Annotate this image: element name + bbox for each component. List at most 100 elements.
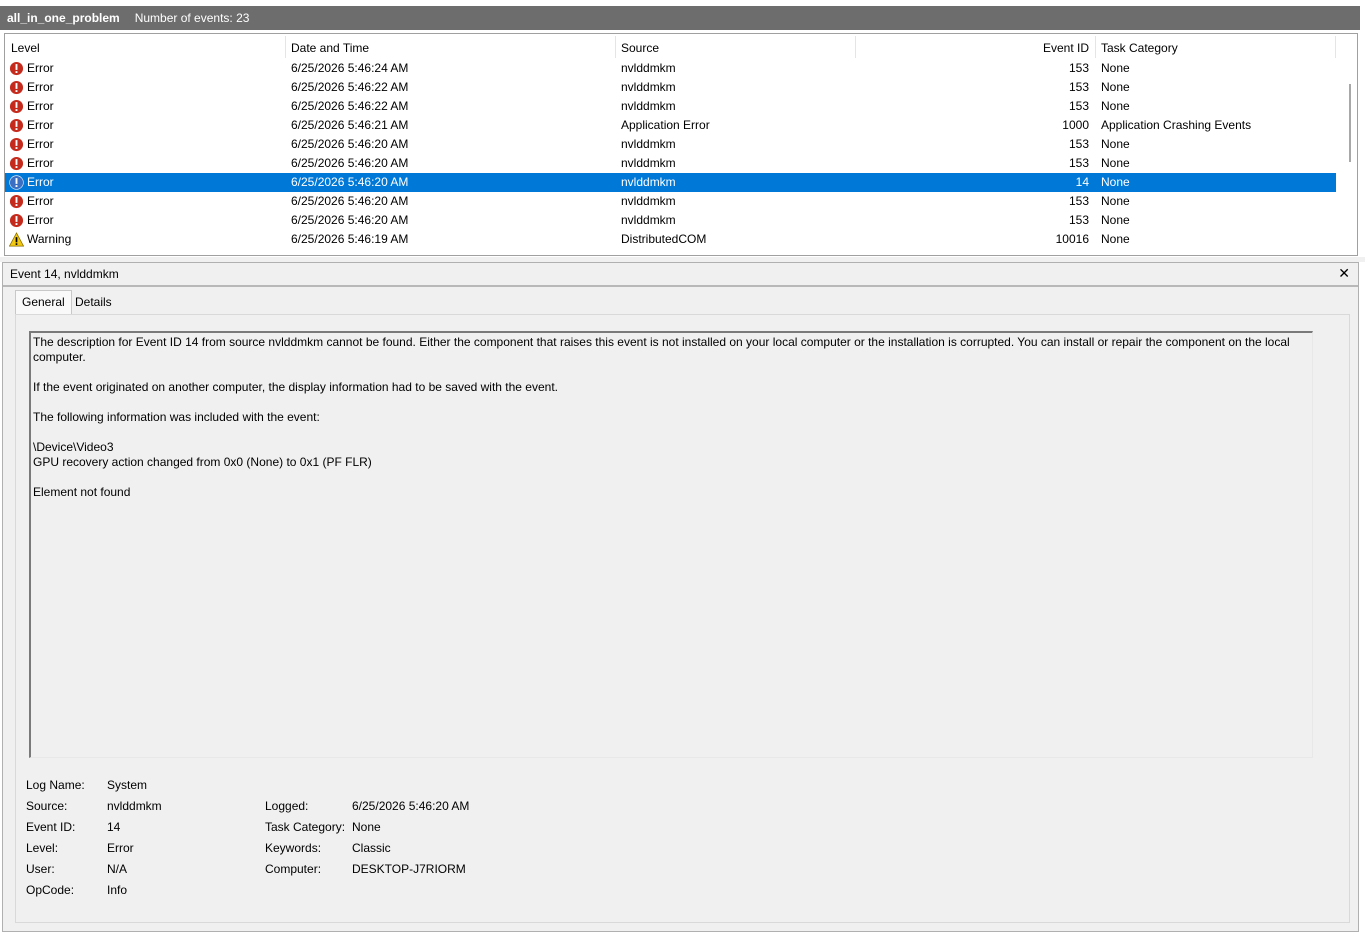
error-icon [9,194,24,209]
task-category-cell: Application Crashing Events [1101,118,1252,132]
level-cell: Error [27,156,54,170]
event-id-label: Event ID: [26,820,76,834]
event-id-cell: 153 [1068,156,1089,170]
error-icon [9,61,24,76]
source-cell: nvlddmkm [621,194,676,208]
task-category-label: Task Category: [265,820,346,834]
level-value: Error [107,841,134,855]
log-name-value: System [107,778,148,792]
source-cell: nvlddmkm [621,80,676,94]
task-category-cell: None [1101,175,1130,189]
event-id-cell: 153 [1068,213,1089,227]
table-row[interactable]: Error 6/25/2026 5:46:20 AM nvlddmkm 14 None [5,173,1336,192]
event-list[interactable]: Level Date and Time Source Event ID Task… [4,33,1358,256]
log-name: all_in_one_problem [7,11,120,25]
column-divider[interactable] [615,36,616,58]
log-title-bar: all_in_one_problem Number of events: 23 [0,6,1360,30]
task-category-cell: None [1101,194,1130,208]
error-icon [9,175,24,190]
tab-general[interactable]: General [15,290,72,315]
column-header-date[interactable]: Date and Time [291,40,369,56]
date-cell: 6/25/2026 5:46:22 AM [291,99,409,113]
source-label: Source: [26,799,68,813]
level-cell: Error [27,80,54,94]
table-row[interactable]: Error 6/25/2026 5:46:24 AM nvlddmkm 153 None [5,59,1336,78]
task-category-cell: None [1101,99,1130,113]
date-cell: 6/25/2026 5:46:21 AM [291,118,409,132]
source-cell: nvlddmkm [621,156,676,170]
source-cell: Application Error [621,118,710,132]
event-id-value: 14 [107,820,121,834]
event-id-cell: 1000 [1062,118,1089,132]
source-cell: nvlddmkm [621,137,676,151]
table-row[interactable]: Error 6/25/2026 5:46:22 AM nvlddmkm 153 None [5,97,1336,116]
level-cell: Error [27,137,54,151]
level-cell: Error [27,194,54,208]
table-row[interactable]: Error 6/25/2026 5:46:21 AM Application Err… [5,116,1336,135]
date-cell: 6/25/2026 5:46:24 AM [291,61,409,75]
level-cell: Error [27,118,54,132]
scrollbar-thumb[interactable] [1349,84,1351,162]
task-category-cell: None [1101,232,1130,246]
column-header-source[interactable]: Source [621,40,659,56]
date-cell: 6/25/2026 5:46:22 AM [291,80,409,94]
computer-label: Computer: [265,862,322,876]
table-row[interactable]: Error 6/25/2026 5:46:20 AM nvlddmkm 153 None [5,211,1336,230]
column-header-task-category[interactable]: Task Category [1101,40,1178,56]
table-row[interactable]: Error 6/25/2026 5:46:22 AM nvlddmkm 153 None [5,78,1336,97]
column-header-event-id[interactable]: Event ID [1009,40,1089,56]
log-name-label: Log Name: [26,778,85,792]
general-tab-panel: The description for Event ID 14 from sou… [15,314,1350,923]
column-divider[interactable] [1095,36,1096,58]
column-divider[interactable] [855,36,856,58]
date-cell: 6/25/2026 5:46:20 AM [291,213,409,227]
table-row[interactable]: Error 6/25/2026 5:46:20 AM nvlddmkm 153 None [5,154,1336,173]
date-cell: 6/25/2026 5:46:19 AM [291,232,409,246]
opcode-label: OpCode: [26,883,75,897]
task-category-cell: None [1101,80,1130,94]
error-icon [9,80,24,95]
source-cell: nvlddmkm [621,175,676,189]
opcode-value: Info [107,883,128,897]
source-cell: nvlddmkm [621,213,676,227]
event-id-cell: 153 [1068,61,1089,75]
column-divider[interactable] [1335,36,1336,58]
level-cell: Error [27,213,54,227]
logged-value: 6/25/2026 5:46:20 AM [352,799,470,813]
event-id-cell: 153 [1068,99,1089,113]
error-icon [9,118,24,133]
close-icon[interactable]: ✕ [1338,266,1350,280]
date-cell: 6/25/2026 5:46:20 AM [291,194,409,208]
column-header-level[interactable]: Level [11,40,40,56]
column-divider[interactable] [285,36,286,58]
table-row[interactable]: Error 6/25/2026 5:46:20 AM nvlddmkm 153 None [5,135,1336,154]
event-id-cell: 153 [1068,137,1089,151]
source-value[interactable]: nvlddmkm [107,799,162,813]
keywords-label: Keywords: [265,841,322,855]
table-row[interactable]: Error 6/25/2026 5:46:20 AM nvlddmkm 153 None [5,192,1336,211]
event-description[interactable]: The description for Event ID 14 from sou… [29,331,1313,758]
logged-label: Logged: [265,799,309,813]
detail-header: Event 14, nvlddmkm ✕ [3,262,1358,287]
level-cell: Error [27,99,54,113]
warning-icon [9,232,24,247]
date-cell: 6/25/2026 5:46:20 AM [291,175,409,189]
error-icon [9,99,24,114]
source-cell: nvlddmkm [621,61,676,75]
source-cell: DistributedCOM [621,232,707,246]
table-row[interactable]: Warning 6/25/2026 5:46:19 AM DistributedCO… [5,230,1336,249]
event-id-cell: 10016 [1055,232,1089,246]
computer-value: DESKTOP-J7RIORM [352,862,466,876]
event-id-cell: 153 [1068,80,1089,94]
event-detail-pane: Event 14, nvlddmkm ✕ General Details The… [2,262,1359,932]
event-id-cell: 153 [1068,194,1089,208]
tab-details[interactable]: Details [69,291,118,313]
task-category-value: None [352,820,381,834]
error-icon [9,213,24,228]
user-label: User: [26,862,55,876]
level-cell: Error [27,61,54,75]
event-list-scrollbar[interactable] [1340,34,1357,255]
level-cell: Warning [27,232,72,246]
detail-title: Event 14, nvlddmkm [10,267,119,281]
task-category-cell: None [1101,61,1130,75]
